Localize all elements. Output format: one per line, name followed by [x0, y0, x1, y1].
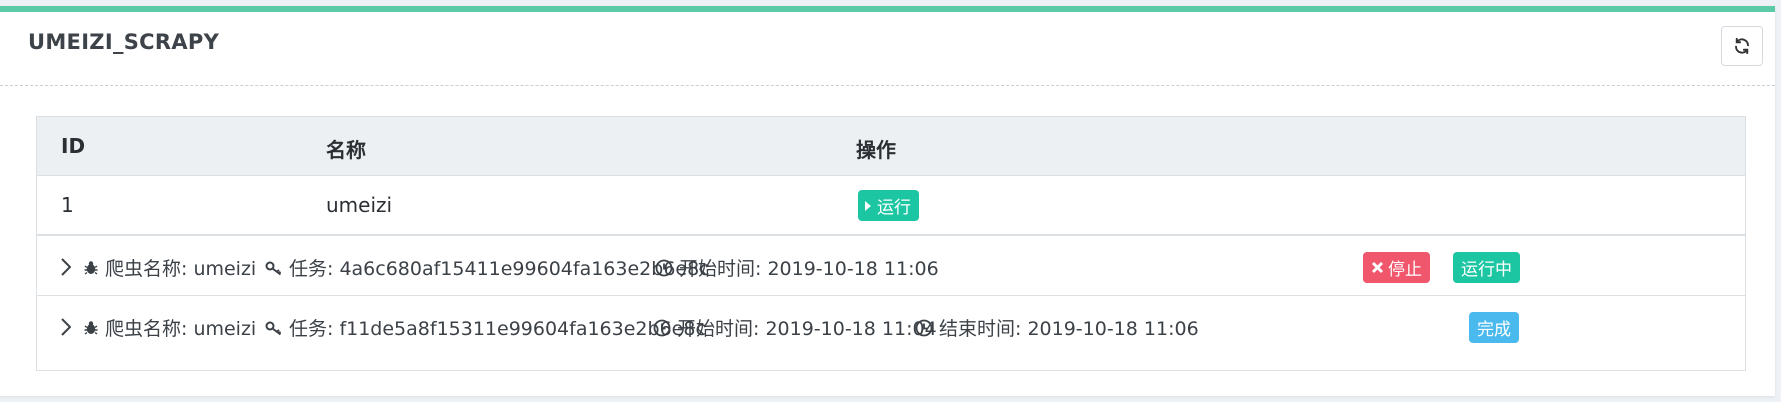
spider-name-field: 爬虫名称: umeizi	[83, 254, 256, 281]
spider-id: 1	[61, 193, 74, 217]
key-icon	[265, 260, 283, 276]
table-header: ID 名称 操作	[37, 117, 1745, 176]
status-badge: 完成	[1469, 312, 1519, 343]
end-time-field: 结束时间: 2019-10-18 11:06	[915, 314, 1199, 341]
start-time-text: 开始时间: 2019-10-18 11:04	[677, 318, 937, 340]
spider-panel: UMEIZI_SCRAPY ID 名称 操作 1 umeizi 运行 爬虫名称:…	[0, 6, 1775, 396]
status-badge: 运行中	[1453, 252, 1520, 283]
spider-name-text: 爬虫名称: umeizi	[105, 318, 257, 340]
stop-button-label: 停止	[1388, 260, 1422, 280]
chevron-right-icon[interactable]	[61, 258, 71, 276]
spider-name-text: 爬虫名称: umeizi	[105, 258, 257, 280]
spider-name-field: 爬虫名称: umeizi	[83, 314, 256, 341]
key-icon	[265, 320, 283, 336]
column-header-name: 名称	[326, 138, 366, 162]
refresh-icon	[1733, 37, 1751, 55]
task-id-field: 任务: 4a6c680af15411e99604fa163e2b6e8c	[265, 254, 710, 281]
column-header-actions: 操作	[856, 138, 896, 162]
stop-button[interactable]: 停止	[1363, 252, 1430, 283]
panel-title: UMEIZI_SCRAPY	[28, 30, 220, 54]
play-icon	[865, 200, 871, 211]
spider-name: umeizi	[326, 193, 393, 217]
bug-icon	[83, 320, 99, 336]
table-row: 1 umeizi 运行	[37, 176, 1745, 236]
clock-icon	[653, 319, 671, 337]
task-id-text: 任务: 4a6c680af15411e99604fa163e2b6e8c	[289, 258, 710, 280]
task-id-field: 任务: f11de5a8f15311e99604fa163e2b6e8c	[265, 314, 706, 341]
end-time-text: 结束时间: 2019-10-18 11:06	[939, 318, 1199, 340]
start-time-field: 开始时间: 2019-10-18 11:04	[653, 314, 937, 341]
refresh-button[interactable]	[1721, 26, 1763, 66]
close-icon	[1371, 261, 1384, 274]
column-header-id: ID	[61, 134, 86, 158]
chevron-right-icon[interactable]	[61, 318, 71, 336]
clock-icon	[655, 259, 673, 277]
spider-table: ID 名称 操作 1 umeizi 运行 爬虫名称: umeizi 任务: 4a…	[36, 116, 1746, 371]
clock-icon	[915, 319, 933, 337]
task-row: 爬虫名称: umeizi 任务: f11de5a8f15311e99604fa1…	[37, 296, 1745, 356]
start-time-text: 开始时间: 2019-10-18 11:06	[679, 258, 939, 280]
bug-icon	[83, 260, 99, 276]
task-id-text: 任务: f11de5a8f15311e99604fa163e2b6e8c	[289, 318, 706, 340]
run-button[interactable]: 运行	[858, 190, 919, 221]
start-time-field: 开始时间: 2019-10-18 11:06	[655, 254, 939, 281]
run-button-label: 运行	[877, 198, 911, 218]
panel-header: UMEIZI_SCRAPY	[0, 12, 1775, 86]
task-row: 爬虫名称: umeizi 任务: 4a6c680af15411e99604fa1…	[37, 236, 1745, 296]
